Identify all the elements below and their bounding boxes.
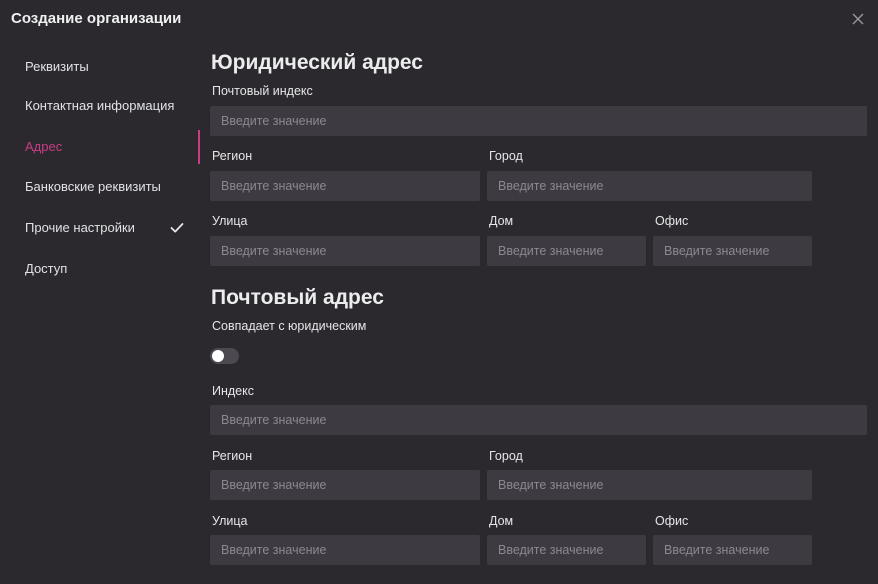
region-input[interactable] xyxy=(210,171,480,201)
sidebar-item-requisites[interactable]: Реквизиты xyxy=(25,55,195,79)
office-label: Офис xyxy=(655,214,689,228)
postal-code-label: Почтовый индекс xyxy=(212,84,313,98)
house-input[interactable] xyxy=(487,236,646,266)
sidebar-item-label: Банковские реквизиты xyxy=(25,179,161,194)
same-as-legal-toggle[interactable] xyxy=(210,348,239,364)
dialog-title: Создание организации xyxy=(11,10,182,27)
region-label: Регион xyxy=(212,149,253,163)
sidebar-item-label: Адрес xyxy=(25,139,63,154)
postal-office-input[interactable] xyxy=(653,535,812,565)
check-icon xyxy=(170,216,184,240)
postal-index-input[interactable] xyxy=(210,405,867,435)
postal-street-label: Улица xyxy=(212,514,248,528)
same-as-legal-label: Совпадает с юридическим xyxy=(212,319,367,333)
postal-address-title: Почтовый адрес xyxy=(211,286,384,309)
postal-city-input[interactable] xyxy=(487,470,812,500)
sidebar-item-label: Контактная информация xyxy=(25,98,175,113)
city-label: Город xyxy=(489,149,523,163)
toggle-knob xyxy=(212,350,224,362)
office-input[interactable] xyxy=(653,236,812,266)
close-icon xyxy=(852,13,864,25)
street-input[interactable] xyxy=(210,236,480,266)
postal-house-input[interactable] xyxy=(487,535,646,565)
sidebar: Реквизиты Контактная информация Адрес Ба… xyxy=(0,46,200,306)
postal-city-label: Город xyxy=(489,449,523,463)
sidebar-item-address[interactable]: Адрес xyxy=(25,135,195,159)
sidebar-item-contact-info[interactable]: Контактная информация xyxy=(25,94,195,118)
postal-street-input[interactable] xyxy=(210,535,480,565)
sidebar-item-bank-requisites[interactable]: Банковские реквизиты xyxy=(25,175,195,199)
sidebar-item-label: Прочие настройки xyxy=(25,220,135,235)
sidebar-item-other-settings[interactable]: Прочие настройки xyxy=(25,216,195,240)
postal-house-label: Дом xyxy=(489,514,514,528)
sidebar-item-access[interactable]: Доступ xyxy=(25,257,195,281)
postal-index-label: Индекс xyxy=(212,384,254,398)
street-label: Улица xyxy=(212,214,248,228)
active-indicator xyxy=(198,130,200,164)
postal-region-label: Регион xyxy=(212,449,253,463)
postal-code-input[interactable] xyxy=(210,106,867,136)
city-input[interactable] xyxy=(487,171,812,201)
close-button[interactable] xyxy=(848,9,868,29)
sidebar-item-label: Доступ xyxy=(25,261,68,276)
sidebar-item-label: Реквизиты xyxy=(25,59,89,74)
legal-address-title: Юридический адрес xyxy=(211,51,423,74)
postal-region-input[interactable] xyxy=(210,470,480,500)
postal-office-label: Офис xyxy=(655,514,689,528)
house-label: Дом xyxy=(489,214,514,228)
